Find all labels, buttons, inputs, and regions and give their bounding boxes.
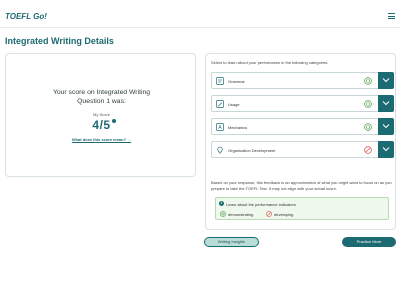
grammar-icon: [216, 77, 224, 85]
score-heading-line2: Question 1 was:: [77, 97, 126, 105]
categories-panel: Select to learn about your performance i…: [205, 53, 396, 230]
expand-usage-button[interactable]: [378, 95, 394, 112]
hamburger-menu-icon[interactable]: [388, 13, 395, 19]
expand-mechanics-button[interactable]: [378, 118, 394, 135]
info-icon: i: [219, 201, 224, 206]
mechanics-icon: A: [216, 123, 224, 131]
developing-icon: [364, 146, 372, 154]
my-score-label: My Score: [93, 112, 110, 117]
practice-more-button[interactable]: Practice More: [342, 237, 396, 247]
category-label: Organization Development: [228, 148, 276, 153]
brand-logo[interactable]: TOEFL Go!: [5, 12, 47, 21]
chevron-down-icon: [382, 147, 390, 152]
score-meaning-link[interactable]: What does this score mean? →: [6, 137, 197, 142]
chevron-down-icon: [382, 101, 390, 106]
legend-title[interactable]: Learn about the performance indicators: [226, 202, 296, 207]
performance-legend: i Learn about the performance indicators…: [215, 197, 389, 220]
writing-insights-button[interactable]: Writing Insights: [204, 237, 259, 247]
category-row-organization-development[interactable]: Organization Development: [211, 141, 394, 158]
score-heading: Your score on Integrated Writing Questio…: [6, 89, 197, 106]
expand-organization-development-button[interactable]: [378, 141, 394, 158]
developing-icon: [266, 211, 272, 217]
top-bar: TOEFL Go!: [0, 0, 400, 28]
expand-grammar-button[interactable]: [378, 72, 394, 89]
usage-icon: [216, 100, 224, 108]
page-title: Integrated Writing Details: [5, 36, 114, 46]
category-label: Usage: [228, 102, 240, 107]
demonstrating-icon: [364, 100, 372, 108]
feedback-note: Based on your response, this feedback is…: [211, 180, 392, 191]
categories-intro: Select to learn about your performance i…: [211, 60, 329, 65]
chevron-down-icon: [382, 124, 390, 129]
demonstrating-icon: [364, 123, 372, 131]
category-row-mechanics[interactable]: A Mechanics: [211, 118, 394, 135]
category-row-grammar[interactable]: Grammar: [211, 72, 394, 89]
category-label: Mechanics: [228, 125, 248, 130]
score-card: Your score on Integrated Writing Questio…: [5, 53, 196, 177]
category-label: Grammar: [228, 79, 245, 84]
chevron-down-icon: [382, 78, 390, 83]
svg-text:A: A: [218, 125, 222, 131]
score-heading-line1: Your score on Integrated Writing: [52, 89, 151, 96]
category-row-usage[interactable]: Usage: [211, 95, 394, 112]
legend-demonstrating-label: demonstrating: [228, 212, 254, 217]
demonstrating-icon: [220, 211, 226, 217]
demonstrating-icon: [364, 77, 372, 85]
legend-developing-label: developing: [274, 212, 294, 217]
score-badge-dot: [112, 119, 116, 123]
score-value: 4/5: [92, 118, 111, 132]
lightbulb-icon: [217, 146, 223, 154]
